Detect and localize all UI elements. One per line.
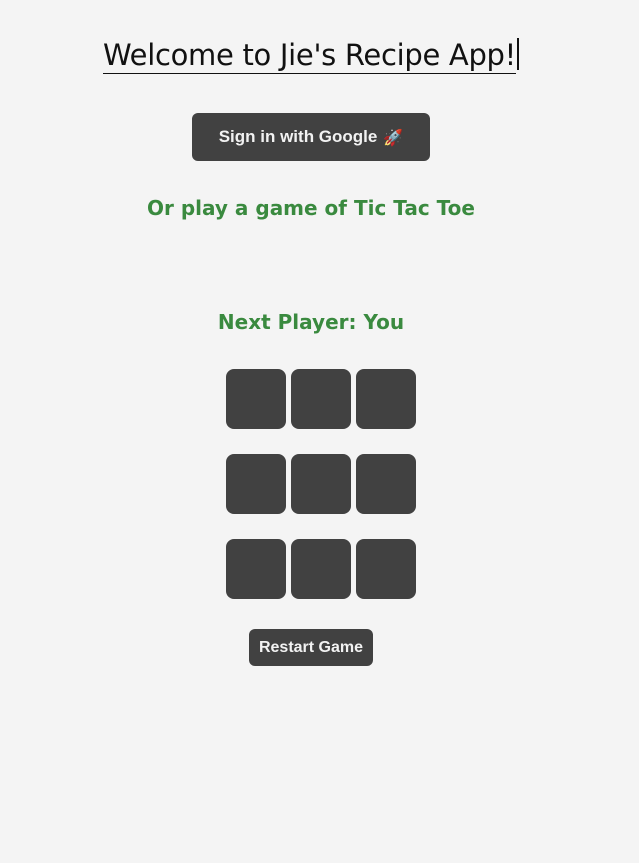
board-cell-1-1[interactable] <box>226 369 286 429</box>
board-cell-1-2[interactable] <box>291 369 351 429</box>
board-cell-3-1[interactable] <box>226 539 286 599</box>
restart-game-button[interactable]: Restart Game <box>249 629 373 666</box>
board-row-1 <box>226 369 416 429</box>
board-cell-2-3[interactable] <box>356 454 416 514</box>
board-cell-2-2[interactable] <box>291 454 351 514</box>
page: Welcome to Jie's Recipe App! Sign in wit… <box>0 0 639 863</box>
board-row-3 <box>226 539 416 599</box>
game-status: Next Player: You <box>217 310 405 334</box>
sign-in-google-button[interactable]: Sign in with Google 🚀 <box>192 113 430 161</box>
board-cell-3-2[interactable] <box>291 539 351 599</box>
board-row-2 <box>226 454 416 514</box>
text-cursor <box>517 38 519 70</box>
board-cell-2-1[interactable] <box>226 454 286 514</box>
page-title: Welcome to Jie's Recipe App! <box>0 36 622 74</box>
board-cell-1-3[interactable] <box>356 369 416 429</box>
game-prompt: Or play a game of Tic Tac Toe <box>147 196 475 220</box>
page-title-text: Welcome to Jie's Recipe App! <box>103 38 516 74</box>
board-cell-3-3[interactable] <box>356 539 416 599</box>
rocket-icon: 🚀 <box>383 127 404 147</box>
sign-in-google-label: Sign in with Google <box>218 127 378 146</box>
